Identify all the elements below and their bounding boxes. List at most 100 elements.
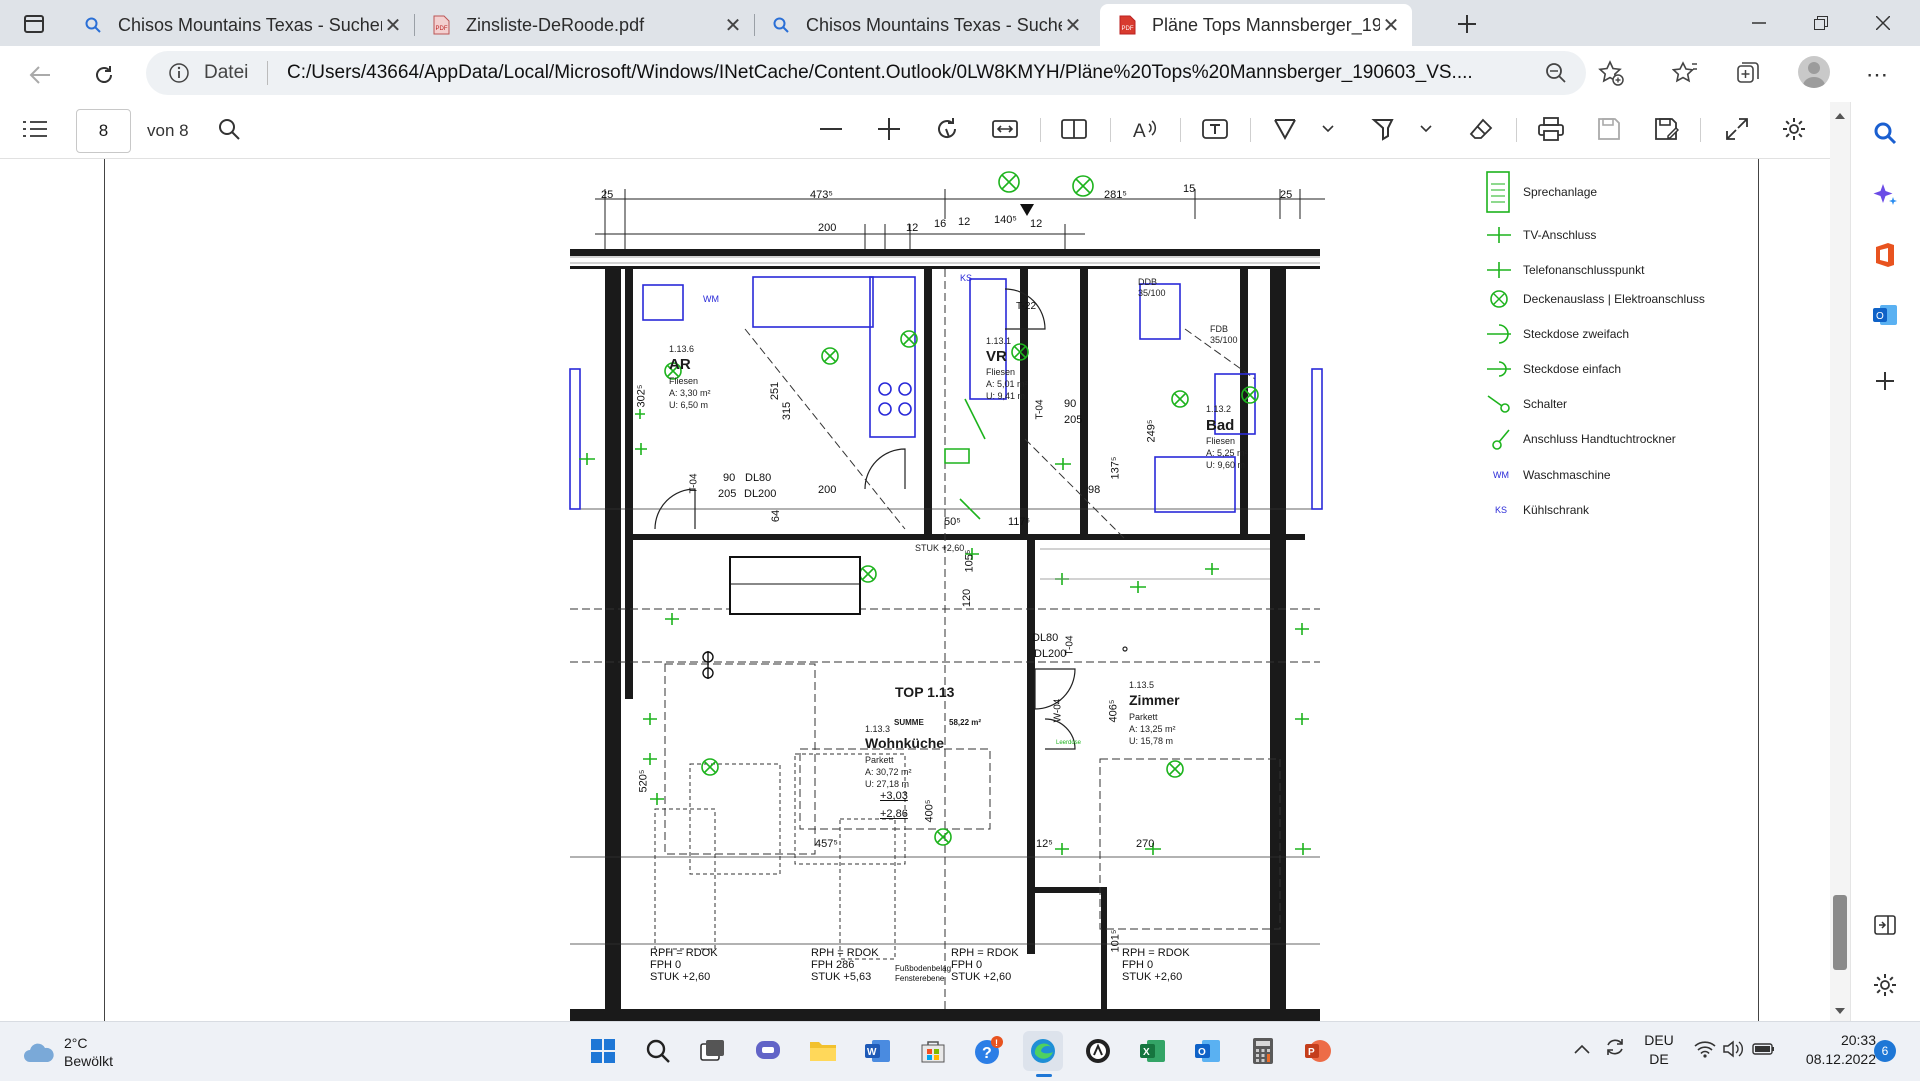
clock[interactable]: 20:33 08.12.2022	[1790, 1031, 1876, 1069]
store-button[interactable]	[913, 1031, 953, 1071]
close-tab-icon[interactable]: ✕	[722, 13, 744, 38]
dim-label: 12	[958, 216, 971, 228]
dim-label: 315	[781, 401, 794, 421]
calculator-button[interactable]	[1243, 1031, 1283, 1071]
draw-button[interactable]	[1266, 110, 1304, 148]
find-button[interactable]	[210, 110, 248, 148]
tab-search-2[interactable]: Chisos Mountains Texas - Suchen ✕	[754, 4, 1094, 46]
excel-button[interactable]: X	[1133, 1031, 1173, 1071]
close-tab-icon[interactable]: ✕	[1062, 13, 1084, 38]
scroll-down-arrow[interactable]	[1834, 1003, 1846, 1014]
door-dim: 90	[723, 472, 736, 484]
draw-dropdown[interactable]	[1316, 110, 1340, 148]
vertical-scrollbar[interactable]	[1830, 102, 1850, 1021]
contents-button[interactable]	[16, 110, 54, 148]
chat-icon	[756, 1041, 780, 1059]
close-window-button[interactable]	[1858, 6, 1908, 40]
svg-text:A: A	[1133, 121, 1146, 140]
add-favorite-icon[interactable]	[1598, 60, 1624, 91]
scroll-thumb[interactable]	[1833, 895, 1847, 970]
language-indicator[interactable]: DEU DE	[1644, 1031, 1674, 1069]
save-button[interactable]	[1590, 110, 1628, 148]
sidebar-add-button[interactable]	[1866, 362, 1904, 400]
tab-pdf-plaene[interactable]: PDF Pläne Tops Mannsberger_190603 ✕	[1100, 4, 1412, 46]
dim-label: 120	[961, 588, 974, 608]
favorites-icon[interactable]	[1671, 60, 1698, 91]
new-tab-button[interactable]	[1448, 8, 1486, 40]
show-hidden-icons[interactable]	[1574, 1041, 1590, 1059]
volume-icon[interactable]	[1722, 1040, 1744, 1063]
start-button[interactable]	[583, 1031, 623, 1071]
sidebar-discover-button[interactable]	[1866, 176, 1904, 214]
sidebar-settings-button[interactable]	[1866, 966, 1904, 1004]
edge-button[interactable]	[1023, 1031, 1063, 1071]
close-tab-icon[interactable]: ✕	[382, 13, 404, 38]
print-button[interactable]	[1532, 110, 1570, 148]
plus-icon	[1458, 15, 1476, 33]
collections-icon[interactable]	[1735, 60, 1761, 91]
sync-icon[interactable]	[1604, 1036, 1626, 1063]
text-box-icon	[1202, 119, 1228, 139]
legend-item: Anschluss Handtuchtrockner	[1485, 428, 1676, 450]
sidebar-hide-button[interactable]	[1866, 906, 1904, 944]
erase-button[interactable]	[1462, 110, 1500, 148]
room-floor: Parkett	[865, 755, 894, 765]
fridge-icon: KS	[1494, 505, 1507, 515]
search-icon	[1874, 122, 1897, 145]
notification-badge[interactable]: 6	[1874, 1040, 1896, 1062]
battery-icon[interactable]	[1752, 1041, 1776, 1062]
tab-pdf-zinsliste[interactable]: PDF Zinsliste-DeRoode.pdf ✕	[414, 4, 754, 46]
pdf-settings-button[interactable]	[1775, 110, 1813, 148]
rotate-button[interactable]	[928, 110, 966, 148]
word-button[interactable]: W	[858, 1031, 898, 1071]
url-text[interactable]: C:/Users/43664/AppData/Local/Microsoft/W…	[287, 62, 1527, 84]
file-explorer-button[interactable]	[803, 1031, 843, 1071]
sidebar-search-button[interactable]	[1866, 114, 1904, 152]
zoom-in-button[interactable]	[870, 110, 908, 148]
floor-plan	[569, 171, 1325, 1021]
room-area: A: 30,72 m²	[865, 767, 912, 777]
more-menu-icon[interactable]: ⋯	[1866, 62, 1889, 88]
page-view-button[interactable]	[1055, 110, 1093, 148]
weather-widget[interactable]: 2°C Bewölkt	[22, 1032, 113, 1072]
minimize-button[interactable]	[1734, 6, 1784, 40]
add-text-button[interactable]	[1196, 110, 1234, 148]
help-app-button[interactable]: ?!	[968, 1031, 1008, 1071]
sidebar-outlook-button[interactable]: O	[1866, 296, 1904, 334]
search-icon	[646, 1039, 670, 1063]
svg-text:P: P	[1308, 1047, 1315, 1058]
zoom-icon[interactable]	[1545, 62, 1567, 89]
tab-actions-button[interactable]	[14, 8, 54, 40]
tab-search-1[interactable]: Chisos Mountains Texas - Suchen ✕	[66, 4, 414, 46]
read-aloud-button[interactable]: A	[1126, 110, 1164, 148]
zoom-out-button[interactable]	[812, 110, 850, 148]
task-view-button[interactable]	[693, 1031, 733, 1071]
svg-text:O: O	[1198, 1047, 1206, 1058]
close-tab-icon[interactable]: ✕	[1380, 13, 1402, 38]
fullscreen-button[interactable]	[1718, 110, 1756, 148]
powerpoint-button[interactable]: P	[1298, 1031, 1338, 1071]
teams-chat-button[interactable]	[748, 1031, 788, 1071]
height-mark: +2,86	[880, 808, 908, 820]
refresh-icon	[96, 66, 112, 83]
restore-button[interactable]	[1796, 6, 1846, 40]
app-button[interactable]	[1078, 1031, 1118, 1071]
scroll-up-arrow[interactable]	[1834, 108, 1846, 119]
page-number-input[interactable]: 8	[76, 109, 131, 153]
highlight-button[interactable]	[1364, 110, 1402, 148]
avatar[interactable]	[1798, 56, 1830, 88]
fit-width-button[interactable]	[986, 110, 1024, 148]
taskbar-search-button[interactable]	[638, 1031, 678, 1071]
outlook-button[interactable]: O	[1188, 1031, 1228, 1071]
info-icon[interactable]	[168, 62, 190, 84]
save-as-button[interactable]	[1648, 110, 1686, 148]
expand-icon	[1726, 118, 1748, 140]
wifi-icon[interactable]	[1694, 1040, 1716, 1063]
level-note: RPH = RDOK FPH 286 STUK +5,63	[811, 947, 879, 983]
towel-dryer-icon	[1492, 429, 1510, 450]
sidebar-office-button[interactable]	[1866, 236, 1904, 274]
back-button[interactable]	[20, 55, 60, 95]
legend-item: Telefonanschlusspunkt	[1485, 259, 1644, 281]
refresh-button[interactable]	[84, 55, 124, 95]
highlight-dropdown[interactable]	[1414, 110, 1438, 148]
